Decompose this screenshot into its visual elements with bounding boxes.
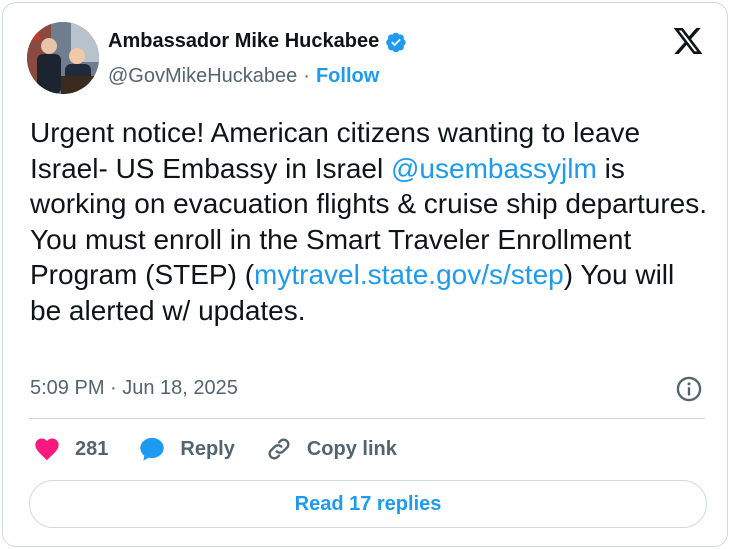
divider — [29, 418, 705, 419]
separator: · — [303, 65, 310, 87]
likes-count: 281 — [75, 437, 109, 460]
verified-badge-icon — [386, 32, 406, 52]
x-logo-icon[interactable] — [671, 25, 705, 57]
reply-button[interactable]: Reply — [138, 435, 235, 463]
tweet-timestamp-row: 5:09 PM · Jun 18, 2025 — [30, 377, 238, 400]
tweet-text: Urgent notice! American citizens wanting… — [30, 115, 710, 328]
copy-link-button[interactable]: Copy link — [265, 435, 397, 463]
tweet-timestamp[interactable]: 5:09 PM · Jun 18, 2025 — [30, 377, 238, 400]
reply-label: Reply — [180, 437, 235, 460]
read-replies-button[interactable]: Read 17 replies — [29, 480, 707, 528]
author-handle-row: @GovMikeHuckabee · Follow — [108, 65, 379, 88]
tweet-card: Ambassador Mike Huckabee @GovMikeHuckabe… — [2, 2, 728, 547]
reply-bubble-icon — [140, 437, 165, 461]
url-link[interactable]: mytravel.state.gov/s/step — [254, 259, 564, 290]
info-icon[interactable] — [675, 375, 703, 403]
author-handle[interactable]: @GovMikeHuckabee — [108, 65, 297, 88]
action-bar: 281 Reply Copy link — [33, 435, 427, 463]
author-name-row: Ambassador Mike Huckabee — [108, 30, 407, 53]
avatar[interactable] — [27, 22, 99, 94]
heart-icon — [35, 438, 59, 461]
copy-link-label: Copy link — [306, 437, 397, 460]
mention-link[interactable]: @usembassyjlm — [391, 153, 597, 184]
follow-button[interactable]: Follow — [316, 65, 379, 88]
link-icon — [268, 438, 290, 460]
like-button[interactable]: 281 — [33, 435, 108, 463]
author-display-name[interactable]: Ambassador Mike Huckabee — [108, 30, 379, 53]
